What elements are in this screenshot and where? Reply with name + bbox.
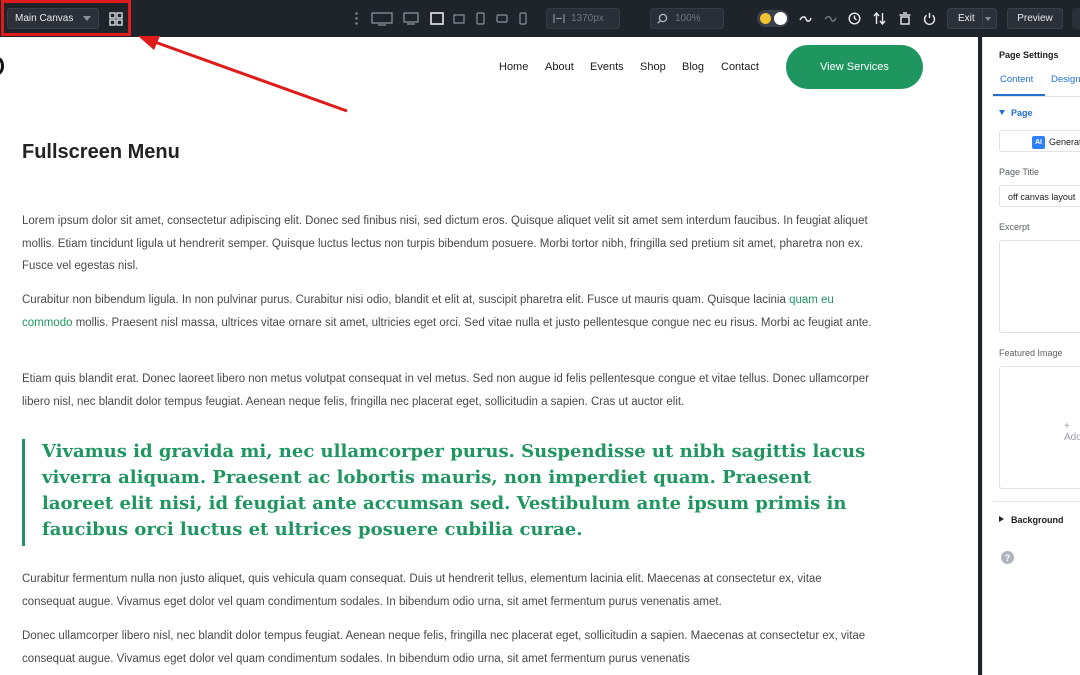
undo-icon[interactable] bbox=[797, 10, 813, 27]
page-settings-panel: Page Settings Content Design Page AI Gen… bbox=[982, 37, 1080, 675]
zoom-field[interactable]: 100% bbox=[650, 8, 724, 29]
phone-landscape-icon[interactable] bbox=[474, 10, 486, 27]
paragraph-3: Etiam quis blandit erat. Donec laoreet l… bbox=[22, 373, 870, 408]
more-vertical-icon[interactable] bbox=[352, 11, 360, 26]
nav-item-about[interactable]: About bbox=[545, 61, 574, 73]
caret-down-icon[interactable] bbox=[999, 110, 1005, 115]
featured-image-dropzone[interactable]: + Add bbox=[999, 366, 1080, 489]
section-page-header[interactable]: Page bbox=[1011, 108, 1033, 118]
chevron-down-icon[interactable] bbox=[985, 17, 991, 21]
featured-image-label: Featured Image bbox=[999, 348, 1063, 358]
view-services-button[interactable]: View Services bbox=[786, 45, 923, 89]
sun-icon bbox=[760, 13, 771, 24]
paragraph-4: Curabitur fermentum nulla non justo aliq… bbox=[22, 573, 822, 608]
preview-button[interactable]: Preview bbox=[1007, 8, 1063, 29]
nav-item-events[interactable]: Events bbox=[590, 61, 624, 73]
desktop-icon[interactable] bbox=[370, 10, 394, 27]
history-icon[interactable] bbox=[846, 10, 863, 27]
page-canvas: Home About Events Shop Blog Contact View… bbox=[0, 37, 978, 675]
page-heading: Fullscreen Menu bbox=[22, 141, 180, 163]
ai-generate-label: Generate bbox=[1049, 137, 1080, 147]
phone-small-icon[interactable] bbox=[517, 10, 529, 27]
exit-divider bbox=[982, 9, 983, 28]
paragraph-2-text-b: mollis. Praesent nisl massa, ultrices vi… bbox=[72, 316, 872, 329]
tablet-portrait-icon[interactable] bbox=[451, 11, 466, 26]
section-divider bbox=[993, 501, 1080, 502]
nav-item-blog[interactable]: Blog bbox=[682, 61, 704, 73]
paragraph-1: Lorem ipsum dolor sit amet, consectetur … bbox=[22, 215, 868, 272]
panel-title: Page Settings bbox=[999, 50, 1059, 60]
tab-content[interactable]: Content bbox=[1000, 74, 1033, 85]
paragraph-5: Donec ullamcorper libero nisl, nec bland… bbox=[22, 630, 866, 665]
help-icon[interactable]: ? bbox=[1001, 551, 1014, 564]
site-logo[interactable] bbox=[0, 57, 4, 75]
phone-portrait-icon[interactable] bbox=[494, 11, 509, 26]
width-field[interactable]: 1370px bbox=[546, 8, 620, 29]
page-title-input[interactable]: off canvas layout bbox=[999, 185, 1080, 207]
save-button-edge[interactable] bbox=[1072, 8, 1080, 29]
power-icon[interactable] bbox=[921, 10, 938, 27]
section-background-header[interactable]: Background bbox=[1011, 515, 1064, 525]
paragraph-2: Curabitur non bibendum ligula. In non pu… bbox=[22, 289, 872, 334]
tab-design[interactable]: Design bbox=[1051, 74, 1080, 85]
tablet-landscape-icon[interactable] bbox=[428, 10, 445, 27]
width-value: 1370px bbox=[571, 13, 604, 24]
app-window: Main Canvas 1370px 100% Exit Preview Hom… bbox=[0, 0, 1080, 675]
exit-button[interactable]: Exit bbox=[947, 8, 997, 29]
exit-label: Exit bbox=[958, 13, 975, 24]
tab-divider bbox=[993, 96, 1080, 97]
caret-right-icon[interactable] bbox=[999, 516, 1004, 522]
laptop-icon[interactable] bbox=[402, 10, 420, 27]
page-title-label: Page Title bbox=[999, 167, 1040, 177]
zoom-value: 100% bbox=[675, 13, 701, 24]
sort-icon[interactable] bbox=[871, 10, 888, 27]
zoom-icon bbox=[657, 13, 668, 24]
theme-toggle[interactable] bbox=[757, 10, 789, 27]
ai-icon: AI bbox=[1032, 136, 1045, 149]
blockquote: Vivamus id gravida mi, nec ullamcorper p… bbox=[22, 439, 872, 546]
ai-generate-button[interactable]: AI Generate bbox=[999, 130, 1080, 152]
nav-item-contact[interactable]: Contact bbox=[721, 61, 759, 73]
trash-icon[interactable] bbox=[896, 10, 913, 27]
toggle-knob bbox=[774, 12, 787, 25]
nav-item-home[interactable]: Home bbox=[499, 61, 528, 73]
preview-label: Preview bbox=[1017, 13, 1053, 24]
width-icon bbox=[553, 14, 565, 23]
nav-item-shop[interactable]: Shop bbox=[640, 61, 666, 73]
excerpt-textarea[interactable] bbox=[999, 240, 1080, 333]
add-image-label: + Add bbox=[1064, 421, 1080, 443]
paragraph-2-text-a: Curabitur non bibendum ligula. In non pu… bbox=[22, 294, 790, 306]
builder-toolbar: Main Canvas 1370px 100% Exit Preview bbox=[0, 0, 1080, 37]
annotation-highlight-box bbox=[1, 0, 131, 36]
excerpt-label: Excerpt bbox=[999, 222, 1030, 232]
redo-icon[interactable] bbox=[822, 10, 838, 27]
